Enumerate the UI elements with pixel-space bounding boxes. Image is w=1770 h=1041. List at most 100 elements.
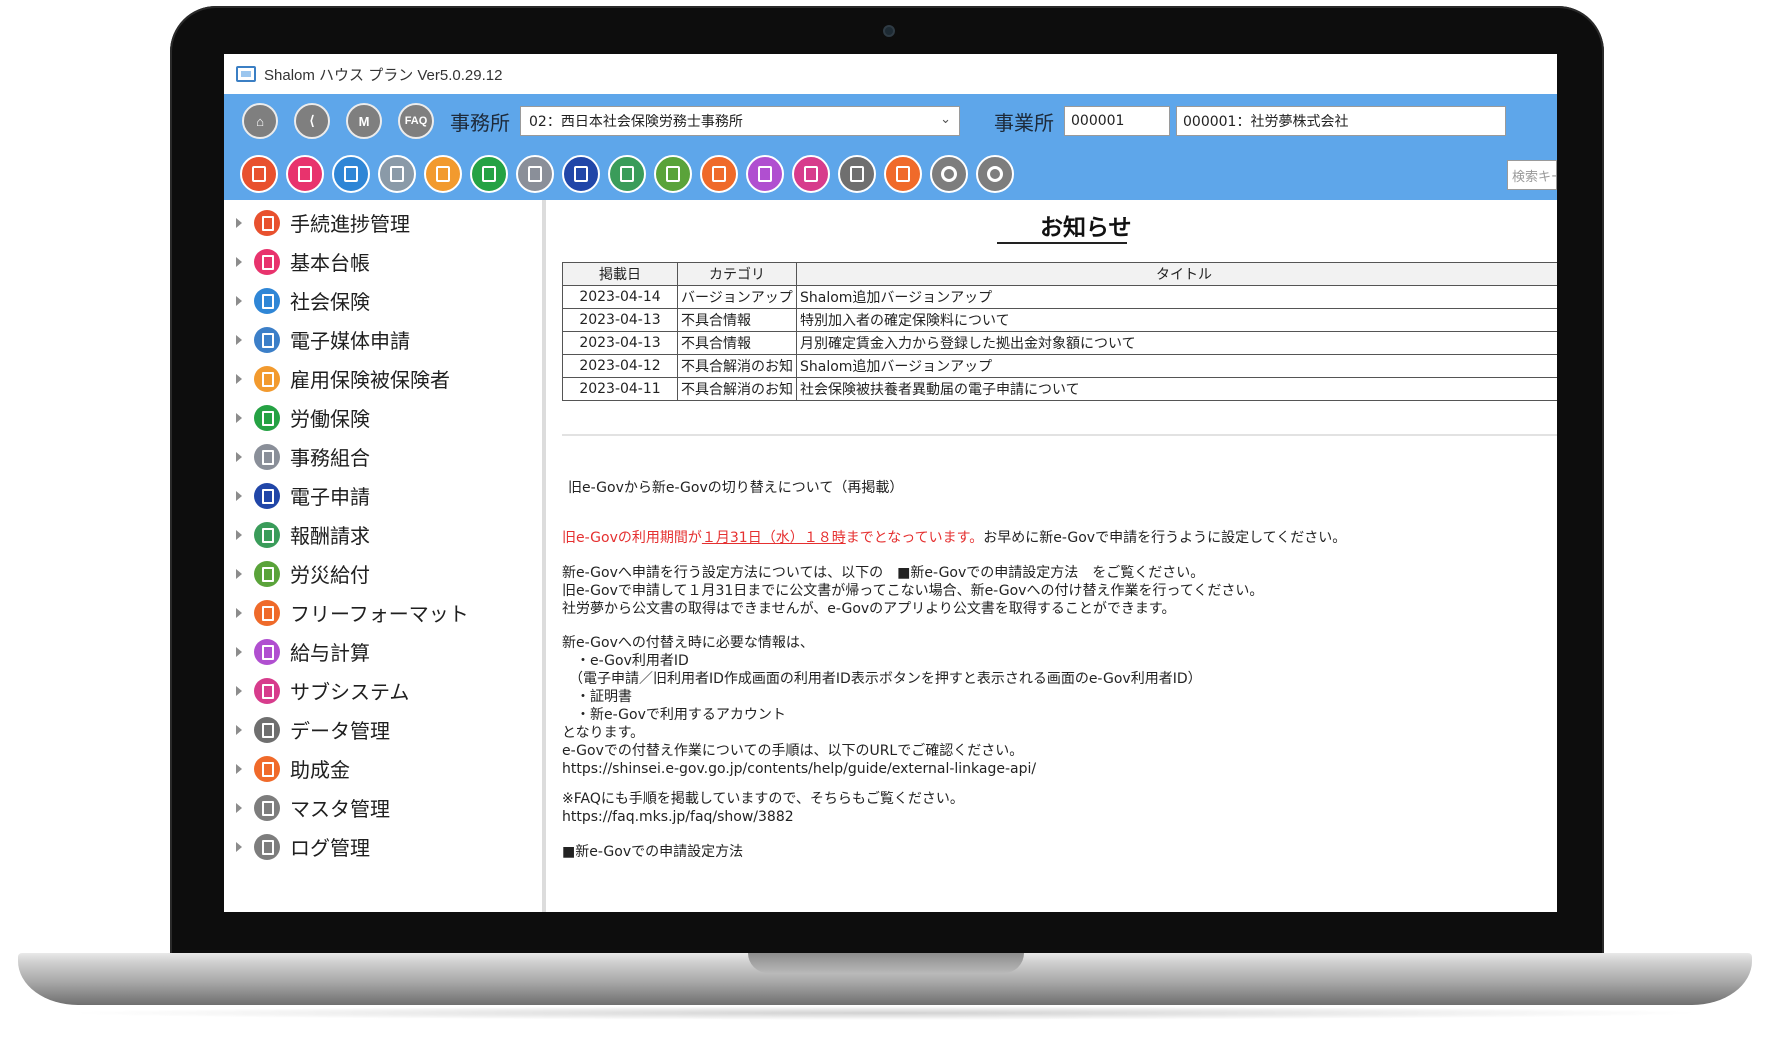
ledger-icon (254, 248, 280, 275)
sidebar-item[interactable]: 労災給付 (224, 554, 542, 593)
home-icon[interactable]: ⌂ (242, 103, 278, 139)
expand-arrow-icon[interactable] (236, 646, 242, 657)
expand-arrow-icon[interactable] (236, 373, 242, 384)
faq-icon[interactable]: FAQ (398, 103, 434, 139)
expand-arrow-icon[interactable] (236, 685, 242, 696)
sidebar-item[interactable]: 給与計算 (224, 632, 542, 671)
expand-arrow-icon[interactable] (236, 490, 242, 501)
app-window: Shalom ハウス プラン Ver5.0.29.12 ⌂ ⟨ M FAQ 事務… (224, 54, 1557, 912)
fee-glyph (620, 166, 634, 182)
ledger-icon[interactable] (286, 155, 324, 193)
free-format-glyph (712, 166, 726, 182)
sidebar-item[interactable]: 雇用保険被保険者 (224, 359, 542, 398)
sidebar-item[interactable]: 労働保険 (224, 398, 542, 437)
data-icon[interactable] (838, 155, 876, 193)
media-icon[interactable] (378, 155, 416, 193)
association-icon[interactable] (516, 155, 554, 193)
row-date: 2023-04-14 (562, 285, 678, 309)
sidebar-item[interactable]: 社会保険 (224, 281, 542, 320)
sidebar-item[interactable]: フリーフォーマット (224, 593, 542, 632)
jigyosho-name-value: 000001：社労夢株式会社 (1183, 114, 1349, 130)
sidebar-item[interactable]: 事務組合 (224, 437, 542, 476)
progress-icon (254, 209, 280, 236)
jimusho-label: 事務所 (450, 110, 510, 135)
sidebar-item[interactable]: マスタ管理 (224, 788, 542, 827)
row-date: 2023-04-13 (562, 308, 678, 332)
gear-icon (254, 794, 280, 821)
deadline-line: 旧e-Govの利用期間が１月31日（水）１８時までとなっています。お早めに新e-… (562, 529, 1346, 547)
paragraph-faq: ※FAQにも手順を掲載していますので、そちらもご覧ください。 https://f… (562, 791, 964, 825)
function-toolbar: 検索キーワード (224, 148, 1557, 200)
notice-table: 掲載日 カテゴリ タイトル 2023-04-14 バージョンアップ Shalom追加… (562, 262, 1557, 401)
table-row[interactable]: 2023-04-14 バージョンアップ Shalom追加バージョンアップ (562, 285, 1557, 309)
labor-insurance-icon[interactable] (470, 155, 508, 193)
employment-insurance-icon[interactable] (424, 155, 462, 193)
sidebar-item[interactable]: 助成金 (224, 749, 542, 788)
article-title: 旧e-Govから新e-Govの切り替えについて（再掲載） (568, 480, 904, 496)
sidebar-item-label: 助成金 (290, 758, 350, 782)
sidebar-item[interactable]: サブシステム (224, 671, 542, 710)
data-icon (254, 716, 280, 743)
sidebar-item[interactable]: 報酬請求 (224, 515, 542, 554)
table-row[interactable]: 2023-04-13 不具合情報 月別確定賃金入力から登録した拠出金対象額について (562, 331, 1557, 355)
expand-arrow-icon[interactable] (236, 412, 242, 423)
subsidy-icon[interactable] (884, 155, 922, 193)
table-row[interactable]: 2023-04-11 不具合解消のお知 社会保険被扶養者異動届の電子申請について (562, 377, 1557, 401)
row-category: 不具合解消のお知 (677, 354, 797, 378)
sidebar-item-label: 基本台帳 (290, 251, 370, 275)
subsidy-glyph (896, 166, 910, 182)
expand-arrow-icon[interactable] (236, 724, 242, 735)
table-row[interactable]: 2023-04-13 不具合情報 特別加入者の確定保険料について (562, 308, 1557, 332)
expand-arrow-icon[interactable] (236, 529, 242, 540)
row-category: 不具合情報 (677, 308, 797, 332)
page-title: お知らせ (1040, 215, 1132, 241)
expand-arrow-icon[interactable] (236, 763, 242, 774)
progress-icon[interactable] (240, 155, 278, 193)
subsystem-icon[interactable] (792, 155, 830, 193)
free-format-icon[interactable] (700, 155, 738, 193)
log-gear-icon[interactable] (976, 155, 1014, 193)
media-glyph (390, 166, 404, 182)
table-row[interactable]: 2023-04-12 不具合解消のお知 Shalom追加バージョンアップ (562, 354, 1557, 378)
title-bar: Shalom ハウス プラン Ver5.0.29.12 (224, 54, 1557, 94)
notice-panel: お知らせ 掲載日 カテゴリ タイトル 2023-04-14 バージョンアップ Sha… (550, 200, 1557, 912)
sidebar-item-label: 社会保険 (290, 290, 370, 314)
social-insurance-glyph (344, 166, 358, 182)
expand-arrow-icon[interactable] (236, 841, 242, 852)
back-icon[interactable]: ⟨ (294, 103, 330, 139)
master-gear-icon[interactable] (930, 155, 968, 193)
expand-arrow-icon[interactable] (236, 568, 242, 579)
expand-arrow-icon[interactable] (236, 295, 242, 306)
payroll-glyph (758, 166, 772, 182)
payroll-icon[interactable] (746, 155, 784, 193)
manual-icon[interactable]: M (346, 103, 382, 139)
jigyosho-code-input[interactable]: 000001 (1064, 106, 1170, 136)
search-input[interactable]: 検索キーワード (1507, 160, 1557, 190)
expand-arrow-icon[interactable] (236, 607, 242, 618)
e-application-icon[interactable] (562, 155, 600, 193)
sidebar-item-label: 手続進捗管理 (290, 212, 410, 236)
row-category: バージョンアップ (677, 285, 797, 309)
expand-arrow-icon[interactable] (236, 802, 242, 813)
fee-icon[interactable] (608, 155, 646, 193)
e-application-icon (254, 482, 280, 509)
social-insurance-icon[interactable] (332, 155, 370, 193)
sidebar-item-label: マスタ管理 (290, 797, 390, 821)
sidebar-item[interactable]: ログ管理 (224, 827, 542, 866)
sidebar-item[interactable]: 電子申請 (224, 476, 542, 515)
expand-arrow-icon[interactable] (236, 451, 242, 462)
accident-icon[interactable] (654, 155, 692, 193)
expand-arrow-icon[interactable] (236, 334, 242, 345)
title-underline (997, 242, 1127, 244)
laptop-notch (748, 953, 1024, 973)
sidebar-item[interactable]: 手続進捗管理 (224, 203, 542, 242)
sidebar-item[interactable]: データ管理 (224, 710, 542, 749)
expand-arrow-icon[interactable] (236, 217, 242, 228)
row-date: 2023-04-12 (562, 354, 678, 378)
fee-icon (254, 521, 280, 548)
jigyosho-name-field[interactable]: 000001：社労夢株式会社 (1176, 106, 1506, 136)
sidebar-item[interactable]: 電子媒体申請 (224, 320, 542, 359)
sidebar-item[interactable]: 基本台帳 (224, 242, 542, 281)
jimusho-select[interactable]: 02：西日本社会保険労務士事務所 ⌄ (520, 106, 960, 136)
expand-arrow-icon[interactable] (236, 256, 242, 267)
